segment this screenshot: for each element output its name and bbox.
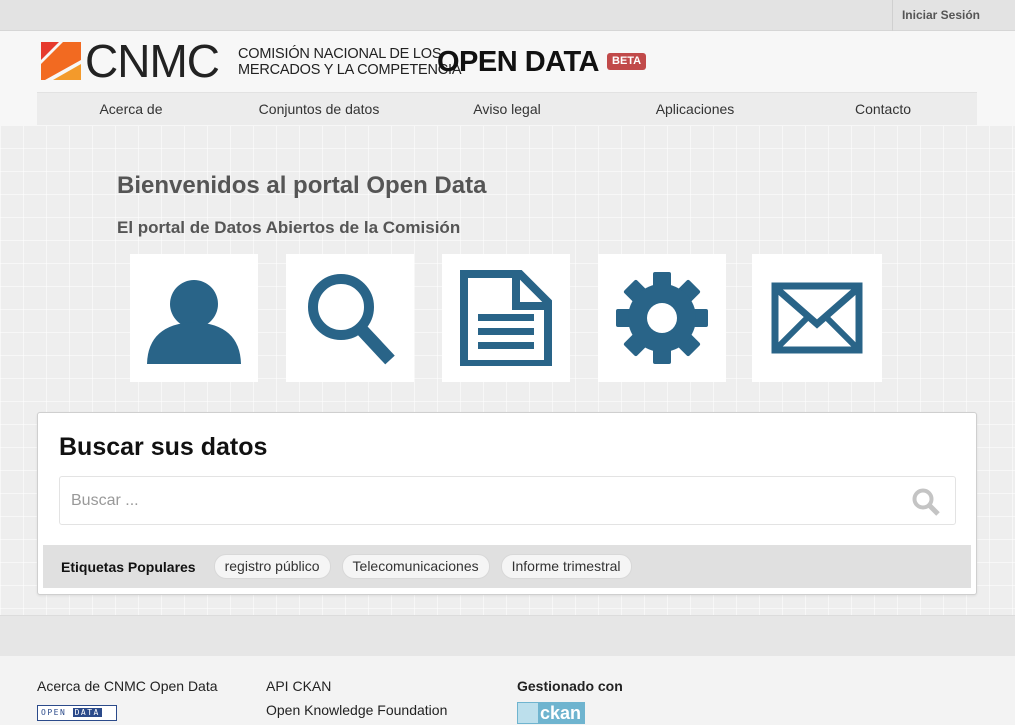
search-icon [308, 274, 395, 365]
logo-subtitle: COMISIÓN NACIONAL DE LOS MERCADOS Y LA C… [238, 46, 462, 78]
ckan-logo-icon [518, 703, 538, 723]
site-header: CNMC COMISIÓN NACIONAL DE LOS MERCADOS Y… [0, 31, 1015, 126]
login-link[interactable]: Iniciar Sesión [891, 0, 980, 31]
main-nav: Acerca de Conjuntos de datos Aviso legal… [37, 92, 977, 125]
site-title[interactable]: OPEN DATA [437, 46, 599, 78]
search-field [59, 476, 956, 525]
footer-col-managed: Gestionado con ckan [517, 678, 623, 725]
nav-item-conjuntos[interactable]: Conjuntos de datos [225, 93, 413, 125]
nav-item-aviso-legal[interactable]: Aviso legal [413, 93, 601, 125]
site-footer: Acerca de CNMC Open Data OPEN DATA API C… [0, 656, 1015, 725]
ckan-logo[interactable]: ckan [517, 702, 585, 724]
footer-separator [0, 615, 1015, 656]
popular-tags-bar: Etiquetas Populares registro público Tel… [43, 545, 971, 588]
gear-icon [616, 272, 708, 364]
welcome-subtitle: El portal de Datos Abiertos de la Comisi… [117, 218, 461, 237]
envelope-icon [771, 282, 863, 354]
beta-badge: BETA [607, 53, 647, 70]
nav-item-contacto[interactable]: Contacto [789, 93, 977, 125]
tag-registro-publico[interactable]: registro público [213, 554, 331, 579]
search-input[interactable] [60, 477, 880, 524]
nav-item-aplicaciones[interactable]: Aplicaciones [601, 93, 789, 125]
user-icon [147, 280, 241, 364]
search-panel: Buscar sus datos Etiquetas Populares reg… [37, 412, 977, 595]
tile-search[interactable] [286, 254, 414, 382]
tile-contact[interactable] [752, 254, 882, 382]
footer-api-link[interactable]: API CKAN [266, 678, 447, 694]
tile-settings[interactable] [598, 254, 726, 382]
logo-wordmark[interactable]: CNMC [85, 37, 220, 85]
welcome-title: Bienvenidos al portal Open Data [117, 172, 487, 199]
open-data-badge[interactable]: OPEN DATA [37, 705, 117, 721]
popular-tags-label: Etiquetas Populares [61, 558, 196, 575]
document-icon [460, 270, 552, 366]
nav-item-acerca[interactable]: Acerca de [37, 93, 225, 125]
cnmc-logo-icon [41, 42, 81, 80]
hero-section: Bienvenidos al portal Open Data El porta… [0, 126, 1015, 615]
tile-user[interactable] [130, 254, 258, 382]
tag-informe-trimestral[interactable]: Informe trimestral [500, 554, 632, 579]
tag-telecomunicaciones[interactable]: Telecomunicaciones [341, 554, 490, 579]
search-submit-icon[interactable] [911, 487, 941, 517]
footer-okf-link[interactable]: Open Knowledge Foundation [266, 702, 447, 718]
footer-col-about: Acerca de CNMC Open Data OPEN DATA [37, 678, 218, 725]
footer-col-links: API CKAN Open Knowledge Foundation [266, 678, 447, 725]
footer-about-link[interactable]: Acerca de CNMC Open Data [37, 678, 218, 694]
top-bar: Iniciar Sesión [0, 0, 1015, 31]
managed-by-label: Gestionado con [517, 678, 623, 694]
tile-document[interactable] [442, 254, 570, 382]
search-heading: Buscar sus datos [59, 433, 268, 461]
